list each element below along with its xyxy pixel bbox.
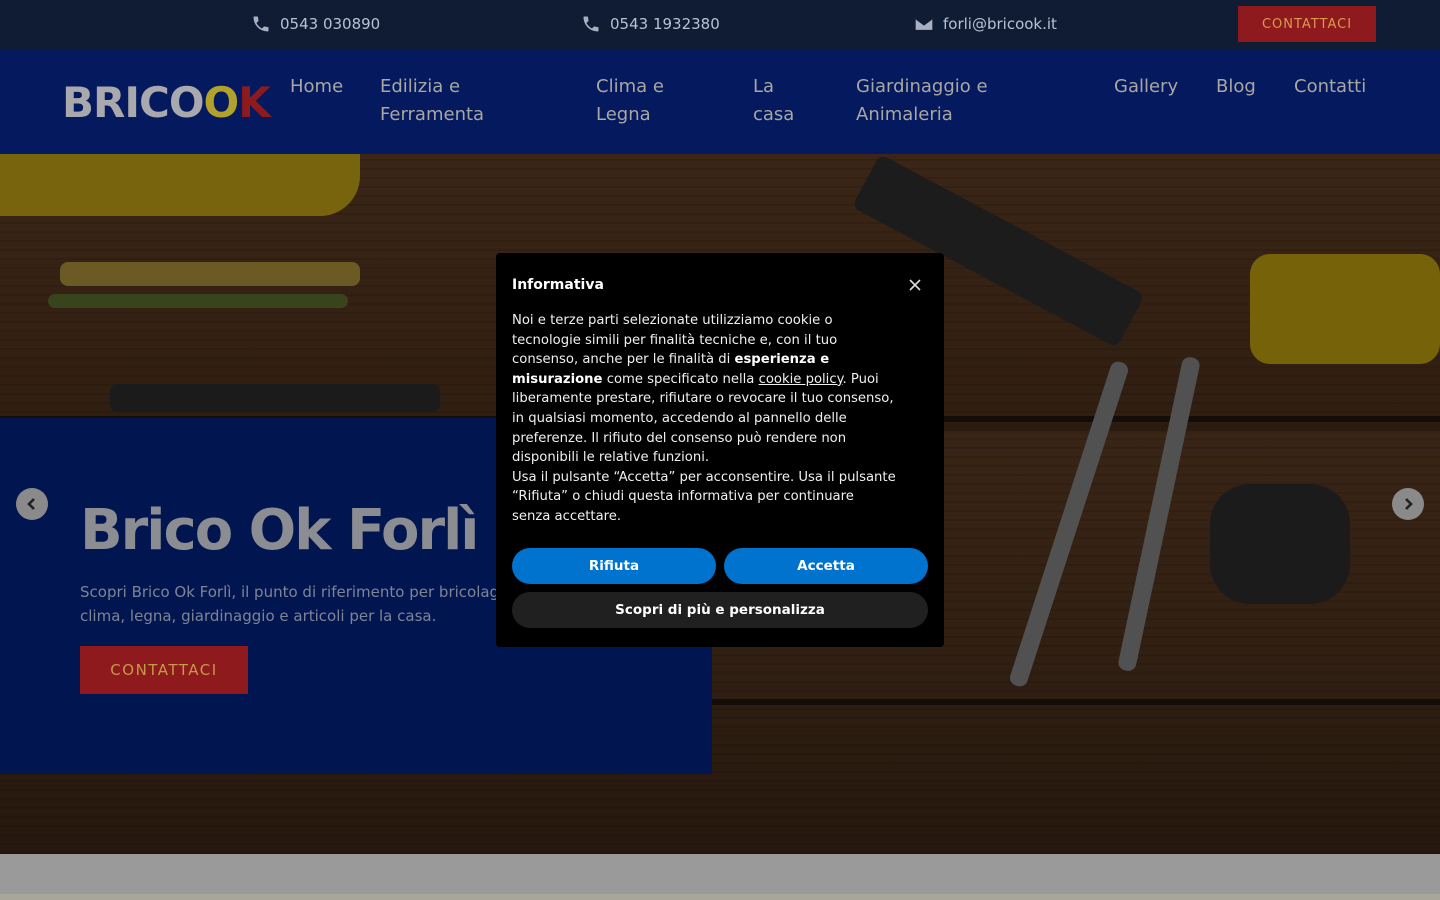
nav-item-contatti[interactable]: Contatti: [1294, 73, 1366, 101]
email-address: forli@bricook.it: [943, 15, 1057, 33]
nav-item-blog[interactable]: Blog: [1216, 73, 1256, 101]
email-link[interactable]: forli@bricook.it: [914, 13, 1057, 35]
reject-button[interactable]: Rifiuta: [512, 548, 716, 584]
main-header: BRIC O O K Home Edilizia e Ferramenta Clima…: [0, 50, 1440, 154]
accept-button[interactable]: Accetta: [724, 548, 928, 584]
hero-title: Brico Ok Forlì: [80, 498, 479, 563]
chevron-right-icon: [1405, 498, 1413, 510]
slider-next-button[interactable]: [1392, 488, 1424, 520]
nav-item-home[interactable]: Home: [290, 73, 343, 101]
phone-icon: [253, 16, 269, 32]
contact-button-hero[interactable]: CONTATTACI: [80, 646, 248, 694]
cookie-dialog-title: Informativa: [512, 277, 604, 293]
contact-button-top[interactable]: CONTATTACI: [1238, 6, 1376, 42]
slider-prev-button[interactable]: [16, 488, 48, 520]
close-icon: [909, 279, 921, 291]
nav-item-la-casa[interactable]: La casa: [753, 73, 803, 129]
cookie-policy-link[interactable]: cookie policy: [759, 372, 843, 387]
nav-item-clima-legna[interactable]: Clima e Legna: [596, 73, 686, 129]
contact-bar: 0543 030890 0543 1932380 forli@bricook.i…: [0, 0, 1440, 50]
cookie-dialog-text: Noi e terze parti selezionate utilizziam…: [512, 313, 896, 524]
nav-item-edilizia-ferramenta[interactable]: Edilizia e Ferramenta: [380, 73, 510, 129]
phone-link-1[interactable]: 0543 030890: [251, 13, 380, 35]
phone-link-2[interactable]: 0543 1932380: [581, 13, 720, 35]
customize-button[interactable]: Scopri di più e personalizza: [512, 592, 928, 628]
next-section-strip: [0, 894, 1440, 900]
phone-number-2: 0543 1932380: [610, 15, 720, 33]
nav-item-gallery[interactable]: Gallery: [1114, 73, 1178, 101]
chevron-left-icon: [27, 498, 35, 510]
mail-icon: [915, 18, 933, 30]
cookie-consent-dialog: Informativa Noi e terze parti selezionat…: [496, 253, 944, 647]
close-button[interactable]: [908, 277, 924, 293]
nav-item-giardinaggio-animaleria[interactable]: Giardinaggio e Animaleria: [856, 73, 1006, 129]
brand-logo[interactable]: BRIC O O K: [62, 78, 271, 127]
phone-icon: [583, 16, 599, 32]
phone-number-1: 0543 030890: [280, 15, 381, 33]
